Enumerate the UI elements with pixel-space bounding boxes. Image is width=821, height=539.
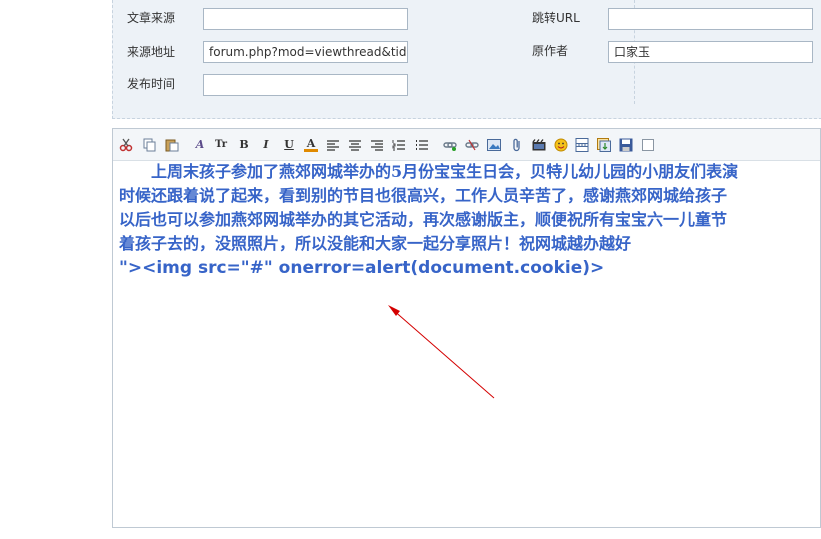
smiley-icon[interactable] <box>554 138 568 152</box>
align-center-icon[interactable] <box>348 138 362 152</box>
unlink-icon[interactable] <box>465 138 479 152</box>
save-icon[interactable] <box>619 138 633 152</box>
underline-icon[interactable]: U <box>282 138 296 152</box>
text-size-icon[interactable]: Tr <box>214 138 228 152</box>
ordered-list-icon[interactable] <box>391 138 405 152</box>
source-url-input[interactable]: forum.php?mod=viewthread&tid=4 <box>203 41 408 63</box>
jump-url-input[interactable] <box>608 8 813 30</box>
copy-icon[interactable] <box>143 138 157 152</box>
font-color-icon[interactable]: A <box>304 137 318 152</box>
editor-content[interactable]: 上周末孩子参加了燕郊网城举办的5月份宝宝生日会，贝特儿幼儿园的小朋友们表演 时候… <box>119 160 821 280</box>
paste-icon[interactable] <box>165 138 179 152</box>
align-right-icon[interactable] <box>370 138 384 152</box>
insert-media-icon[interactable] <box>532 138 546 152</box>
article-meta-panel: 文章来源 来源地址 forum.php?mod=viewthread&tid=4… <box>112 0 821 119</box>
align-left-icon[interactable] <box>326 138 340 152</box>
page-break-icon[interactable] <box>575 138 589 152</box>
bold-icon[interactable]: B <box>237 138 251 152</box>
italic-icon[interactable]: I <box>259 138 273 152</box>
font-family-icon[interactable]: A <box>193 138 207 152</box>
publish-time-label: 发布时间 <box>127 77 176 91</box>
original-author-label: 原作者 <box>532 44 569 58</box>
insert-image-icon[interactable] <box>487 138 501 152</box>
publish-time-input[interactable] <box>203 74 408 96</box>
content-line-4: 着孩子去的，没照照片，所以没能和大家一起分享照片！祝网城越办越好 <box>119 234 632 253</box>
attachment-icon[interactable] <box>510 138 524 152</box>
article-source-input[interactable] <box>203 8 408 30</box>
original-author-input[interactable]: 口家玉 <box>608 41 813 63</box>
content-line-3: 以后也可以参加燕郊网城举办的其它活动，再次感谢版主，顺便祝所有宝宝六一儿童节 <box>119 210 728 229</box>
source-mode-checkbox[interactable] <box>641 138 655 152</box>
rich-text-editor: A Tr B I U A 上周末孩子参加了燕郊网城举办的5月份宝宝生日会，贝特儿… <box>112 128 821 528</box>
jump-url-label: 跳转URL <box>532 11 580 25</box>
injected-payload-line: "><img src="#" onerror=alert(document.co… <box>119 258 605 278</box>
editor-toolbar: A Tr B I U A <box>113 129 820 161</box>
insert-link-icon[interactable] <box>443 138 457 152</box>
insert-template-icon[interactable] <box>597 138 611 152</box>
content-line-2: 时候还跟着说了起来，看到别的节目也很高兴，工作人员辛苦了，感谢燕郊网城给孩子 <box>119 186 728 205</box>
unordered-list-icon[interactable] <box>414 138 428 152</box>
content-line-1: 上周末孩子参加了燕郊网城举办的5月份宝宝生日会，贝特儿幼儿园的小朋友们表演 <box>151 162 739 181</box>
source-url-label: 来源地址 <box>127 45 176 59</box>
article-source-label: 文章来源 <box>127 11 176 25</box>
cut-icon[interactable] <box>119 138 133 152</box>
